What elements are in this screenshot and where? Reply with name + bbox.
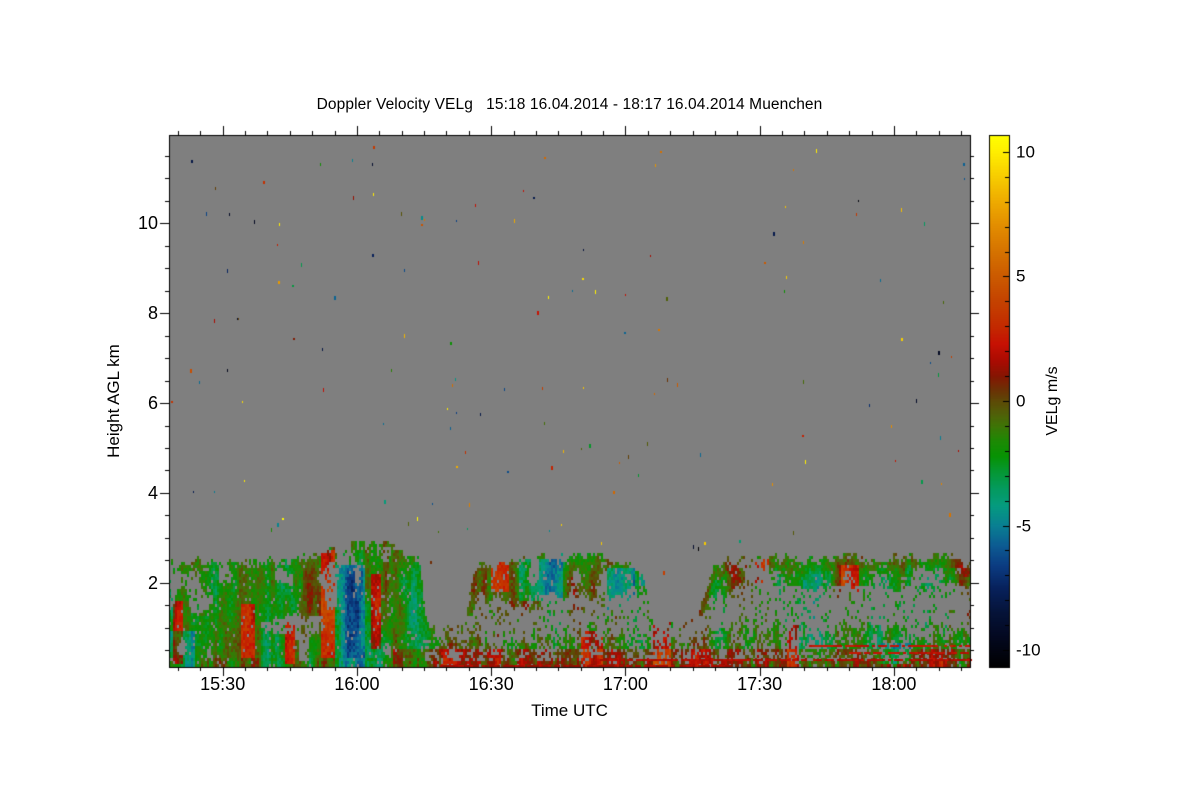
doppler-velocity-figure: Doppler Velocity VELg 15:18 16.04.2014 -… [0,0,1200,800]
y-tick-label: 10 [137,213,158,234]
x-axis-label: Time UTC [531,701,608,720]
x-tick-label: 16:30 [468,674,514,694]
x-tick-label: 17:30 [737,674,783,694]
colorbar-tick-label: 0 [1016,391,1026,411]
y-tick-label: 2 [147,572,158,593]
colorbar-tick-label: -5 [1016,516,1032,536]
x-tick-label: 15:30 [200,674,246,694]
y-tick-label: 8 [147,303,158,324]
x-tick-label: 16:00 [334,674,380,694]
colorbar-tick-label: 5 [1016,266,1026,286]
y-tick-label: 6 [147,393,158,414]
colorbar-tick-label: -10 [1016,640,1041,660]
colorbar-tick-label: 10 [1016,142,1035,162]
y-tick-label: 4 [147,482,158,503]
chart-title: Doppler Velocity VELg 15:18 16.04.2014 -… [316,96,823,113]
x-tick-label: 17:00 [602,674,648,694]
x-tick-label: 18:00 [871,674,917,694]
colorbar-label: VELg m/s [1044,366,1061,436]
